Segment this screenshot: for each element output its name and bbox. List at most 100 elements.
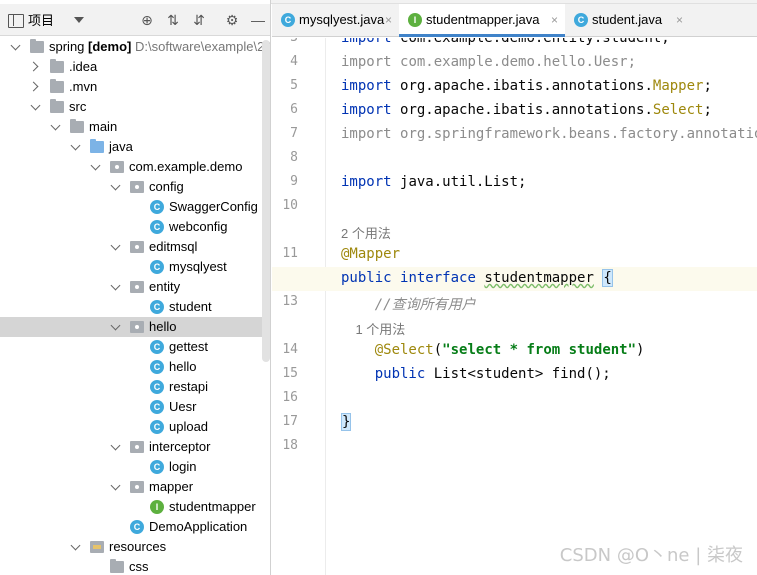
tree-item-src[interactable]: src bbox=[0, 97, 270, 117]
code-editor[interactable]: 3456789101112131415161718 import com.exa… bbox=[272, 38, 757, 575]
chevron-right-icon[interactable] bbox=[32, 62, 40, 70]
usage-hint[interactable]: 2 个用法 bbox=[341, 223, 391, 242]
tree-item-login[interactable]: Clogin bbox=[0, 457, 270, 477]
tab-label: student.java bbox=[592, 12, 663, 27]
code-token: import bbox=[341, 174, 401, 190]
code-line[interactable]: //查询所有用户 bbox=[341, 294, 476, 314]
chevron-down-icon[interactable] bbox=[72, 542, 80, 550]
tree-item-entity[interactable]: entity bbox=[0, 277, 270, 297]
tree-item-hello[interactable]: hello bbox=[0, 317, 270, 337]
tree-item-interceptor[interactable]: interceptor bbox=[0, 437, 270, 457]
code-token: List<student> find(); bbox=[433, 366, 611, 382]
tree-item-webconfig[interactable]: Cwebconfig bbox=[0, 217, 270, 237]
chevron-down-icon[interactable] bbox=[52, 122, 60, 130]
close-icon[interactable]: × bbox=[385, 4, 392, 36]
tree-item-gettest[interactable]: Cgettest bbox=[0, 337, 270, 357]
code-line[interactable]: import org.apache.ibatis.annotations.Map… bbox=[341, 78, 712, 94]
java-class-icon: C bbox=[150, 340, 164, 354]
minimize-icon[interactable]: — bbox=[250, 12, 266, 28]
java-class-icon: C bbox=[281, 13, 295, 27]
tree-item-java[interactable]: java bbox=[0, 137, 270, 157]
tree-item-com-example-demo[interactable]: com.example.demo bbox=[0, 157, 270, 177]
java-class-icon: C bbox=[150, 200, 164, 214]
tree-item-demoapplication[interactable]: C DemoApplication bbox=[0, 517, 270, 537]
chevron-down-icon[interactable] bbox=[112, 322, 120, 330]
code-line[interactable]: public interface studentmapper { bbox=[341, 269, 613, 287]
tree-item--idea[interactable]: .idea bbox=[0, 57, 270, 77]
tree-item-label: studentmapper bbox=[169, 497, 256, 517]
tree-item-restapi[interactable]: Crestapi bbox=[0, 377, 270, 397]
code-token: ( bbox=[433, 342, 443, 358]
code-token: @Mapper bbox=[341, 246, 401, 262]
close-icon[interactable]: × bbox=[551, 4, 558, 36]
code-line[interactable]: public List<student> find(); bbox=[341, 366, 611, 382]
chevron-down-icon[interactable] bbox=[112, 482, 120, 490]
tree-item-resources[interactable]: resources bbox=[0, 537, 270, 557]
expand-all-icon[interactable]: ⇅ bbox=[165, 12, 181, 28]
chevron-down-icon[interactable] bbox=[92, 162, 100, 170]
tree-item-mysqlyest[interactable]: Cmysqlyest bbox=[0, 257, 270, 277]
tree-item-main[interactable]: main bbox=[0, 117, 270, 137]
tree-item-upload[interactable]: Cupload bbox=[0, 417, 270, 437]
code-line[interactable]: @Select("select * from student") bbox=[341, 342, 645, 358]
chevron-down-icon[interactable] bbox=[74, 16, 85, 23]
tree-item-student[interactable]: Cstudent bbox=[0, 297, 270, 317]
tab-mysqlyest[interactable]: Cmysqlyest.java × bbox=[272, 4, 399, 36]
code-line[interactable]: import org.springframework.beans.factory… bbox=[341, 126, 757, 142]
chevron-down-icon[interactable] bbox=[112, 282, 120, 290]
tab-student[interactable]: Cstudent.java × bbox=[565, 4, 690, 36]
code-line[interactable]: @Mapper bbox=[341, 246, 400, 262]
code-line[interactable]: } bbox=[341, 413, 352, 431]
chevron-down-icon[interactable] bbox=[12, 42, 20, 50]
tree-item-config[interactable]: config bbox=[0, 177, 270, 197]
tab-studentmapper[interactable]: Istudentmapper.java × bbox=[399, 4, 565, 37]
gear-icon[interactable]: ⚙ bbox=[224, 12, 240, 28]
tree-item-spring[interactable]: spring [demo] D:\software\example\20 bbox=[0, 37, 271, 57]
tree-item-label: SwaggerConfig bbox=[169, 197, 258, 217]
tree-item-editmsql[interactable]: editmsql bbox=[0, 237, 270, 257]
line-number: 6 bbox=[290, 102, 298, 117]
chevron-down-icon[interactable] bbox=[32, 102, 40, 110]
chevron-down-icon[interactable] bbox=[112, 182, 120, 190]
code-token: ; bbox=[703, 102, 712, 118]
tree-item--mvn[interactable]: .mvn bbox=[0, 77, 270, 97]
tree-item-mapper[interactable]: mapper bbox=[0, 477, 270, 497]
module-name: [demo] bbox=[84, 39, 132, 54]
chevron-down-icon[interactable] bbox=[72, 142, 80, 150]
usage-hint[interactable]: 1 个用法 bbox=[341, 319, 405, 338]
editor-gutter: 3456789101112131415161718 bbox=[272, 38, 326, 575]
tree-item-hello[interactable]: Chello bbox=[0, 357, 270, 377]
tree-item-label: css bbox=[129, 557, 149, 575]
tree-item-css[interactable]: css bbox=[0, 557, 270, 575]
tree-item-label: restapi bbox=[169, 377, 208, 397]
package-icon bbox=[130, 321, 144, 333]
tree-item-label: resources bbox=[109, 537, 166, 557]
chevron-down-icon[interactable] bbox=[112, 442, 120, 450]
tree-item-name: mysqlyest bbox=[169, 259, 227, 274]
tree-item-name: resources bbox=[109, 539, 167, 554]
tree-item-name: SwaggerConfig bbox=[169, 199, 258, 214]
tree-item-swaggerconfig[interactable]: C SwaggerConfig bbox=[0, 197, 270, 217]
chevron-right-icon[interactable] bbox=[32, 82, 40, 90]
code-token: import bbox=[341, 126, 401, 142]
tree-item-studentmapper[interactable]: Istudentmapper bbox=[0, 497, 270, 517]
project-view-label[interactable]: 项目 bbox=[28, 10, 54, 29]
tree-item-name: hello bbox=[149, 319, 177, 334]
collapse-all-icon[interactable]: ⇵ bbox=[191, 12, 207, 28]
project-scrollbar[interactable] bbox=[262, 40, 270, 362]
close-icon[interactable]: × bbox=[676, 4, 683, 36]
project-toolbar: 项目 ⊕ ⇅ ⇵ ⚙ — bbox=[0, 4, 270, 36]
chevron-down-icon[interactable] bbox=[112, 242, 120, 250]
tree-item-name: Uesr bbox=[169, 399, 197, 414]
code-token: org.apache.ibatis.annotations. bbox=[400, 78, 653, 94]
crosshair-icon[interactable]: ⊕ bbox=[139, 12, 155, 28]
tree-item-label: com.example.demo bbox=[129, 157, 242, 177]
code-token: com.example.demo.hello.Uesr; bbox=[400, 54, 637, 70]
project-path: D:\software\example\20 bbox=[131, 39, 271, 54]
java-class-icon: C bbox=[150, 420, 164, 434]
code-line[interactable]: import org.apache.ibatis.annotations.Sel… bbox=[341, 102, 712, 118]
tree-item-uesr[interactable]: C Uesr bbox=[0, 397, 270, 417]
code-line[interactable]: import java.util.List; bbox=[341, 174, 526, 190]
code-line[interactable]: import com.example.demo.entity.student; bbox=[341, 38, 670, 46]
code-line[interactable]: import com.example.demo.hello.Uesr; bbox=[341, 54, 636, 70]
